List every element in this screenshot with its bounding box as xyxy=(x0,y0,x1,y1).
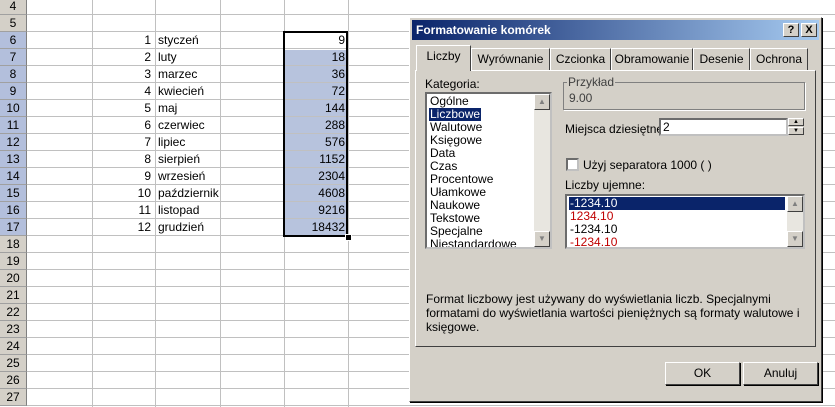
negatives-list[interactable]: -1234.10 1234.10 -1234.10 -1234.10 ▲ ▼ xyxy=(565,194,805,249)
row-header[interactable]: 8 xyxy=(0,66,27,83)
row-header[interactable]: 21 xyxy=(0,287,27,304)
index-cell[interactable]: 9 xyxy=(93,168,151,185)
category-scrollbar[interactable]: ▲ ▼ xyxy=(534,94,550,247)
row-header[interactable]: 10 xyxy=(0,100,27,117)
sample-label: Przykład xyxy=(567,75,616,89)
separator-label: Użyj separatora 1000 ( ) xyxy=(583,158,712,172)
month-cell[interactable]: kwiecień xyxy=(158,83,248,100)
month-cell[interactable]: lipiec xyxy=(158,134,248,151)
index-cell[interactable]: 5 xyxy=(93,100,151,117)
row-header[interactable]: 12 xyxy=(0,134,27,151)
row-header[interactable]: 24 xyxy=(0,338,27,355)
row-header[interactable]: 17 xyxy=(0,219,27,236)
decimals-label: Miejsca dziesiętne: xyxy=(565,122,667,136)
close-button[interactable]: X xyxy=(801,23,817,37)
row-header[interactable]: 20 xyxy=(0,270,27,287)
index-cell[interactable]: 7 xyxy=(93,134,151,151)
scroll-up-icon[interactable]: ▲ xyxy=(534,94,550,110)
month-cell[interactable]: sierpień xyxy=(158,151,248,168)
month-cell[interactable]: czerwiec xyxy=(158,117,248,134)
sample-value: 9.00 xyxy=(569,91,593,105)
gridline xyxy=(348,0,349,407)
index-cell[interactable]: 11 xyxy=(93,202,151,219)
gridline xyxy=(155,0,156,407)
row-header[interactable]: 22 xyxy=(0,304,27,321)
row-header[interactable]: 7 xyxy=(0,49,27,66)
row-header[interactable]: 4 xyxy=(0,0,27,15)
month-cell[interactable]: wrzesień xyxy=(158,168,248,185)
row-header[interactable]: 26 xyxy=(0,372,27,389)
tab-liczby[interactable]: Liczby xyxy=(416,45,471,71)
row-header[interactable]: 11 xyxy=(0,117,27,134)
row-header[interactable]: 9 xyxy=(0,83,27,100)
spin-down-icon[interactable]: ▼ xyxy=(788,127,804,135)
index-cell[interactable]: 2 xyxy=(93,49,151,66)
spin-up-icon[interactable]: ▲ xyxy=(788,118,804,126)
scroll-down-icon[interactable]: ▼ xyxy=(534,231,550,247)
tab-ochrona[interactable]: Ochrona xyxy=(750,48,808,70)
tab-desenie[interactable]: Desenie xyxy=(693,48,750,70)
scroll-down-icon[interactable]: ▼ xyxy=(787,231,803,247)
row-header[interactable]: 19 xyxy=(0,253,27,270)
negatives-scrollbar[interactable]: ▲ ▼ xyxy=(787,196,803,247)
row-header[interactable]: 16 xyxy=(0,202,27,219)
month-cell[interactable]: luty xyxy=(158,49,248,66)
row-header[interactable]: 25 xyxy=(0,355,27,372)
month-cell[interactable]: listopad xyxy=(158,202,248,219)
category-list[interactable]: Ogólne Liczbowe Walutowe Księgowe Data Czas Pr… xyxy=(425,92,552,249)
selection-border xyxy=(283,31,348,237)
gridline xyxy=(27,405,835,406)
row-header[interactable]: 27 xyxy=(0,389,27,406)
row-header[interactable]: 23 xyxy=(0,321,27,338)
format-cells-dialog: Formatowanie komórek ? X Liczby Wyrównan… xyxy=(409,17,822,402)
cancel-button[interactable]: Anuluj xyxy=(743,362,818,385)
month-cell[interactable]: styczeń xyxy=(158,32,248,49)
row-header[interactable]: 6 xyxy=(0,32,27,49)
row-header[interactable]: 13 xyxy=(0,151,27,168)
format-description: Format liczbowy jest używany do wyświetl… xyxy=(426,292,800,334)
index-cell[interactable]: 8 xyxy=(93,151,151,168)
category-label: Kategoria: xyxy=(425,77,480,91)
index-cell[interactable]: 3 xyxy=(93,66,151,83)
scroll-up-icon[interactable]: ▲ xyxy=(787,196,803,212)
separator-checkbox[interactable] xyxy=(566,158,579,171)
row-header[interactable]: 14 xyxy=(0,168,27,185)
negatives-label: Liczby ujemne: xyxy=(565,178,646,192)
tab-wyrownanie[interactable]: Wyrównanie xyxy=(471,48,550,70)
tab-czcionka[interactable]: Czcionka xyxy=(550,48,611,70)
dialog-title: Formatowanie komórek xyxy=(416,23,551,37)
index-cell[interactable]: 12 xyxy=(93,219,151,236)
month-cell[interactable]: maj xyxy=(158,100,248,117)
row-header[interactable]: 5 xyxy=(0,15,27,32)
title-bar[interactable]: Formatowanie komórek ? X xyxy=(412,20,819,40)
index-cell[interactable]: 6 xyxy=(93,117,151,134)
negative-format-item[interactable]: -1234.10 xyxy=(569,236,785,248)
index-cell[interactable]: 1 xyxy=(93,32,151,49)
month-cell[interactable]: październik xyxy=(158,185,248,202)
month-cell[interactable]: marzec xyxy=(158,66,248,83)
row-header[interactable]: 15 xyxy=(0,185,27,202)
tab-obramowanie[interactable]: Obramowanie xyxy=(611,48,693,70)
decimals-input[interactable]: 2 xyxy=(659,118,788,136)
fill-handle[interactable] xyxy=(345,234,352,241)
category-item[interactable]: Niestandardowe xyxy=(429,238,518,248)
help-button[interactable]: ? xyxy=(783,23,799,37)
month-cell[interactable]: grudzień xyxy=(158,219,248,236)
index-cell[interactable]: 4 xyxy=(93,83,151,100)
index-cell[interactable]: 10 xyxy=(93,185,151,202)
tab-panel: Kategoria: Ogólne Liczbowe Walutowe Księgow… xyxy=(415,70,816,347)
row-header[interactable]: 18 xyxy=(0,236,27,253)
gridline xyxy=(27,14,835,15)
ok-button[interactable]: OK xyxy=(665,362,740,385)
